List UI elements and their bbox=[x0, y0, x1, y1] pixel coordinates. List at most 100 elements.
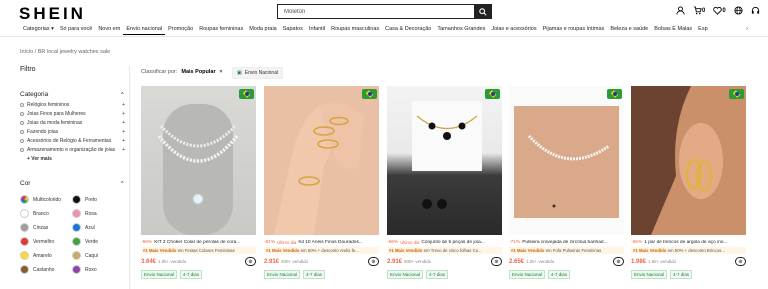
radio-icon bbox=[20, 147, 24, 152]
product-name[interactable]: KIT 2 Choker Colar de pérolas de cora... bbox=[154, 240, 240, 245]
breadcrumb[interactable]: Início / BR local jewelry watches sale bbox=[20, 49, 110, 55]
earrings-image bbox=[631, 86, 723, 235]
product-card[interactable]: -61% Último dia Kit 10 Anéis Finos Dourado… bbox=[264, 86, 379, 279]
swatch-green bbox=[72, 237, 81, 246]
add-to-cart-button[interactable]: ⊕ bbox=[735, 257, 746, 266]
rank-badge[interactable]: #1 Mais Vendido em Fofa Pulseiras Femini… bbox=[509, 247, 624, 254]
category-item[interactable]: Relógios femininos + bbox=[20, 102, 125, 108]
filter-title: Filtro bbox=[20, 66, 36, 73]
user-icon[interactable] bbox=[676, 6, 685, 15]
nav-infantil[interactable]: Infantil bbox=[306, 24, 328, 34]
nav-promocao[interactable]: Promoção bbox=[165, 24, 196, 34]
nav-casa-decoracao[interactable]: Casa & Decoração bbox=[382, 24, 434, 34]
rank-badge[interactable]: #1 Mais Vendido em 50% + desconto Anéis … bbox=[264, 247, 379, 254]
swatch-purple bbox=[72, 265, 81, 274]
color-section-header[interactable]: Cor ⌃ bbox=[20, 180, 125, 188]
color-option[interactable]: Vermelho bbox=[20, 237, 72, 246]
nav-esp[interactable]: Esp bbox=[695, 24, 710, 34]
product-image[interactable] bbox=[264, 86, 379, 235]
last-day-tag: Último dia bbox=[400, 240, 420, 245]
nav-so-para-voce[interactable]: Só para você bbox=[57, 24, 95, 34]
plus-icon: + bbox=[122, 102, 125, 108]
rings-image bbox=[274, 102, 364, 235]
sold-count: 1.5k+ vendido bbox=[648, 258, 677, 264]
search-input[interactable] bbox=[278, 5, 474, 18]
color-option[interactable]: Verde bbox=[72, 237, 124, 246]
color-option[interactable]: Preto bbox=[72, 195, 124, 204]
nav-roupas-femininas[interactable]: Roupas femininas bbox=[196, 24, 246, 34]
wishlist-icon[interactable]: 0 bbox=[713, 6, 726, 15]
rank-badge[interactable]: #1 Mais Vendido em Trevo de cinco folhas… bbox=[387, 247, 502, 254]
product-name[interactable]: Pulseira cravejada de zircônia banhad... bbox=[522, 240, 607, 245]
cart-icon: ⊕ bbox=[248, 258, 253, 265]
product-card[interactable]: -56% KIT 2 Choker Colar de pérolas de cor… bbox=[141, 86, 256, 279]
support-icon[interactable] bbox=[751, 6, 760, 15]
category-item[interactable]: Fazendo joias + bbox=[20, 129, 125, 135]
product-name[interactable]: Kit 10 Anéis Finos Dourados... bbox=[298, 240, 363, 245]
nav-next-arrow-icon[interactable]: › bbox=[743, 24, 768, 34]
category-section-header[interactable]: Categoria ⌃ bbox=[20, 91, 125, 99]
cart-icon[interactable]: 0 bbox=[693, 6, 705, 15]
color-option[interactable]: Roxo bbox=[72, 265, 124, 274]
bracelet-image bbox=[514, 106, 619, 218]
nav-beleza[interactable]: Beleza e saúde bbox=[607, 24, 651, 34]
nav-categorias[interactable]: Categorias ▾ bbox=[20, 24, 57, 34]
product-image[interactable] bbox=[631, 86, 746, 235]
product-image[interactable] bbox=[509, 86, 624, 235]
discount-badge: -56% bbox=[387, 240, 399, 245]
plus-icon: + bbox=[122, 138, 125, 144]
shipping-tag: Envio Nacional bbox=[264, 270, 301, 279]
category-item[interactable]: Joias Finos para Mulheres + bbox=[20, 111, 125, 117]
rank-badge[interactable]: #1 Mais Vendido em Festas Colares Femini… bbox=[141, 247, 256, 254]
color-option[interactable]: Amarelo bbox=[20, 251, 72, 260]
nav-envio-nacional[interactable]: Envio nacional bbox=[123, 24, 166, 35]
category-item[interactable]: Joias da moda femininas + bbox=[20, 120, 125, 126]
shein-logo[interactable]: SHEIN bbox=[19, 4, 86, 24]
product-image[interactable] bbox=[387, 86, 502, 235]
nav-roupas-masculinas[interactable]: Roupas masculinas bbox=[328, 24, 382, 34]
brazil-flag-icon bbox=[729, 89, 744, 99]
nav-sapatos[interactable]: Sapatos bbox=[280, 24, 306, 34]
necklace-image bbox=[157, 104, 239, 235]
add-to-cart-button[interactable]: ⊕ bbox=[368, 257, 379, 266]
product-card[interactable]: -56% Último dia Conjunto de 5 peças de joi… bbox=[387, 86, 502, 279]
nav-bolsas[interactable]: Bolsas E Malas bbox=[651, 24, 695, 34]
nav-tamanhos-grandes[interactable]: Tamanhos Grandes bbox=[434, 24, 488, 34]
see-more-link[interactable]: + Ver mais bbox=[27, 156, 125, 162]
color-option[interactable]: Cinzas bbox=[20, 223, 72, 232]
nav-novo-em[interactable]: Novo em bbox=[95, 24, 123, 34]
swatch-black bbox=[72, 195, 81, 204]
category-item[interactable]: Acessórios de Relógio & Ferramentas + bbox=[20, 138, 125, 144]
category-item[interactable]: Armazenamento e organização de joias + bbox=[20, 147, 125, 153]
sort-control[interactable]: Classificar por: Mais Popular ▾ bbox=[141, 69, 222, 75]
nav-moda-praia[interactable]: Moda praia bbox=[246, 24, 280, 34]
product-name[interactable]: Conjunto de 5 peças de joia... bbox=[421, 240, 484, 245]
product-card[interactable]: -71% Pulseira cravejada de zircônia banha… bbox=[509, 86, 624, 279]
color-option[interactable]: Rosa bbox=[72, 209, 124, 218]
add-to-cart-button[interactable]: ⊕ bbox=[245, 257, 256, 266]
add-to-cart-button[interactable]: ⊕ bbox=[491, 257, 502, 266]
color-option[interactable]: Castanho bbox=[20, 265, 72, 274]
globe-icon[interactable] bbox=[734, 6, 743, 15]
envio-nacional-chip[interactable]: ▣ Envio Nacional bbox=[232, 67, 284, 79]
search-button[interactable] bbox=[474, 5, 491, 18]
header-icons: 0 0 bbox=[676, 6, 760, 15]
radio-icon bbox=[20, 129, 24, 134]
brazil-flag-icon bbox=[485, 89, 500, 99]
rank-badge[interactable]: #1 Mais Vendido em 50% + desconto Brinco… bbox=[631, 247, 746, 254]
color-option[interactable]: Branco bbox=[20, 209, 72, 218]
swatch-blue bbox=[72, 223, 81, 232]
color-option[interactable]: Azul bbox=[72, 223, 124, 232]
sort-label: Classificar por: bbox=[141, 69, 178, 75]
jewelry-set-image bbox=[412, 101, 482, 209]
product-name[interactable]: 1 par de brincos de argola de aço ino... bbox=[644, 240, 727, 245]
product-image[interactable] bbox=[141, 86, 256, 235]
nav-joias[interactable]: Joias e acessórios bbox=[488, 24, 539, 34]
add-to-cart-button[interactable]: ⊕ bbox=[613, 257, 624, 266]
nav-pijamas[interactable]: Pijamas e roupas íntimas bbox=[540, 24, 608, 34]
shipping-tag: Envio Nacional bbox=[631, 270, 668, 279]
color-option[interactable]: Multicolorido bbox=[20, 195, 72, 204]
color-option[interactable]: Caqui bbox=[72, 251, 124, 260]
product-card[interactable]: -66% 1 par de brincos de argola de aço in… bbox=[631, 86, 746, 279]
sort-value: Mais Popular bbox=[181, 69, 216, 75]
